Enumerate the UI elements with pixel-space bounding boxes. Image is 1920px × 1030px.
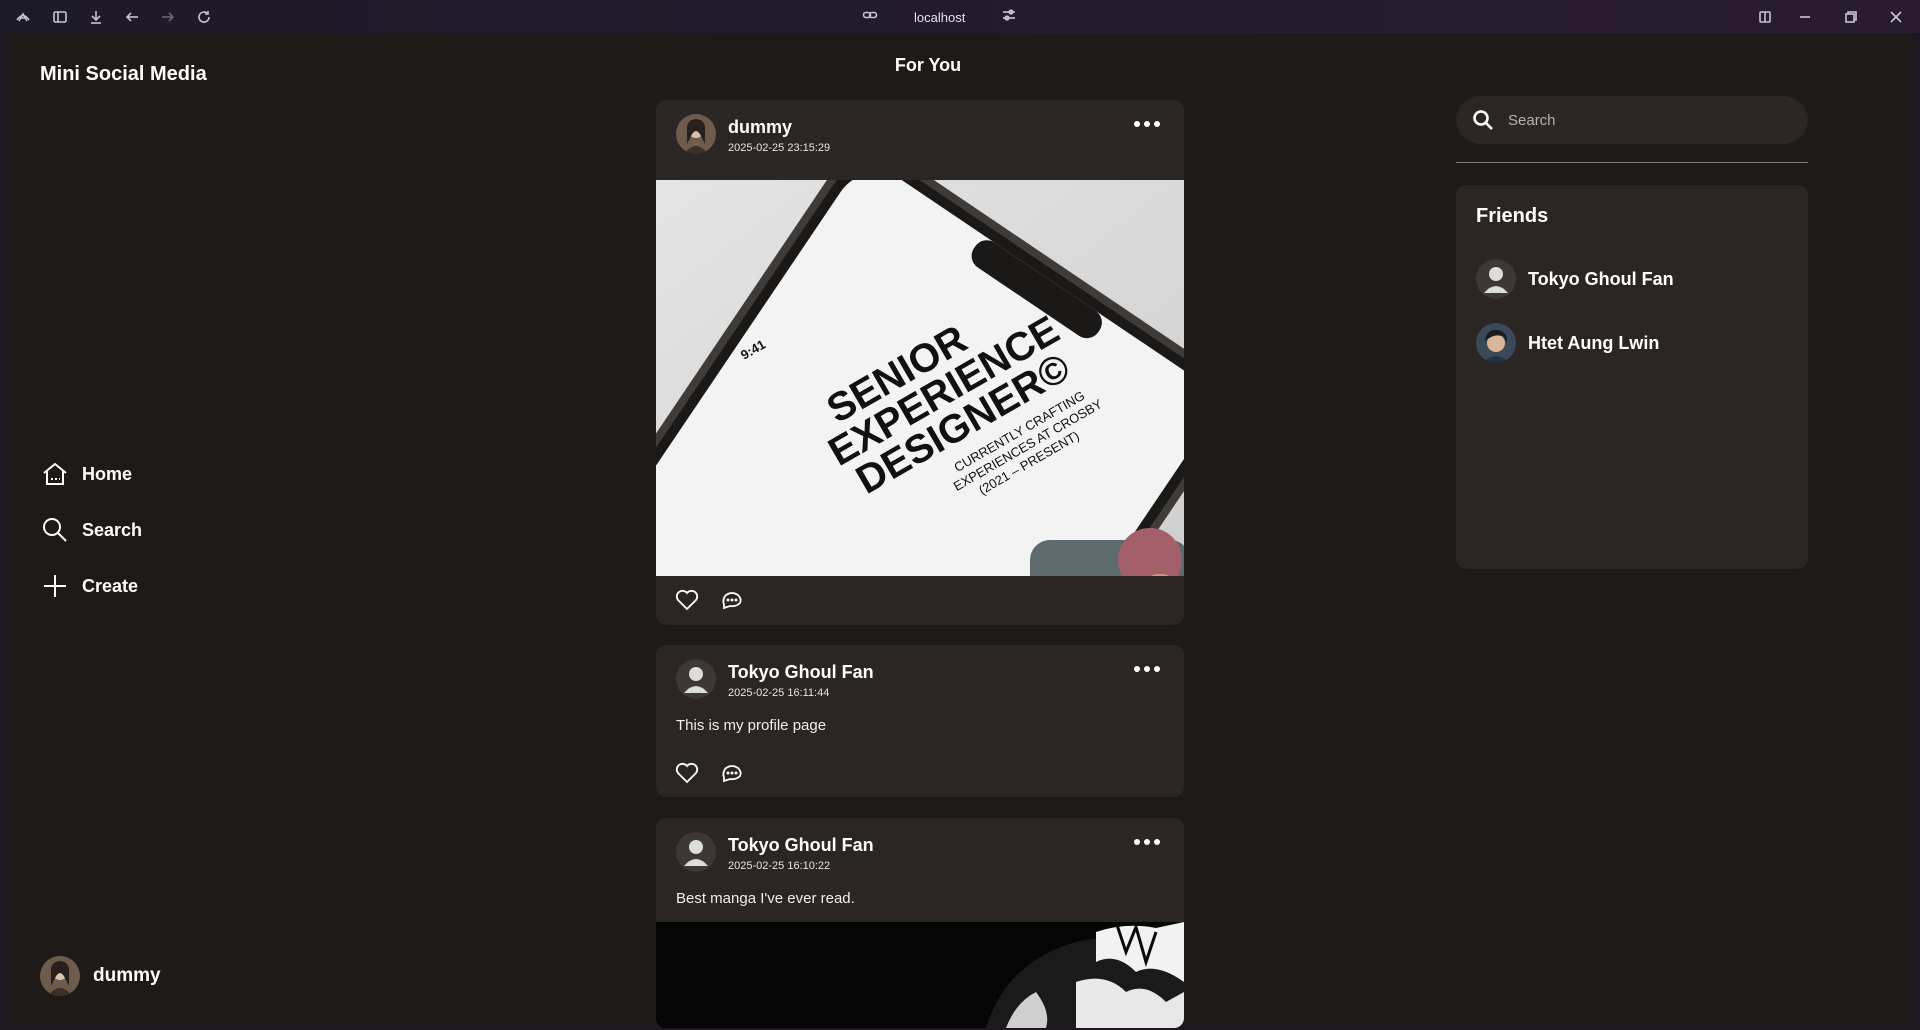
forward-icon[interactable] — [158, 7, 178, 27]
post-card: dummy 2025-02-25 23:15:29 SENIOR EXPERIE… — [656, 100, 1184, 625]
home-icon — [43, 462, 67, 485]
comment-icon — [722, 765, 742, 783]
link-icon — [862, 7, 878, 28]
split-view-icon[interactable] — [1755, 7, 1775, 27]
restore-icon[interactable] — [1841, 7, 1861, 27]
post-header: Tokyo Ghoul Fan 2025-02-25 16:10:22 — [656, 818, 1184, 890]
sidebar-item-label: Home — [82, 463, 133, 484]
url-text[interactable]: localhost — [914, 10, 965, 25]
comment-button[interactable] — [719, 587, 745, 613]
sidebar-item-create[interactable]: Create — [40, 558, 142, 614]
friends-title: Friends — [1476, 205, 1549, 227]
post-author[interactable]: Tokyo Ghoul Fan — [728, 662, 874, 683]
sidebar-item-label: Create — [82, 575, 139, 596]
like-button[interactable] — [674, 587, 700, 613]
sidebar-item-search[interactable]: Search — [40, 502, 142, 558]
more-options-icon[interactable] — [1134, 832, 1160, 852]
browser-logo-icon[interactable] — [13, 7, 33, 27]
more-options-icon[interactable] — [1134, 114, 1160, 134]
post-timestamp: 2025-02-25 16:11:44 — [728, 687, 830, 699]
post-image[interactable] — [656, 922, 1184, 1028]
address-bar[interactable]: localhost — [862, 6, 1017, 28]
post-author[interactable]: Tokyo Ghoul Fan — [728, 835, 874, 856]
post-text: This is my profile page — [676, 717, 827, 734]
search-icon — [1473, 110, 1493, 130]
current-user-name: dummy — [93, 965, 161, 986]
sidebar-item-label: Search — [82, 519, 143, 540]
app-brand[interactable]: Mini Social Media — [40, 63, 207, 86]
current-user-profile[interactable]: dummy — [40, 956, 161, 996]
comment-button[interactable] — [719, 760, 745, 786]
avatar[interactable] — [676, 659, 716, 699]
avatar[interactable] — [676, 832, 716, 872]
back-icon[interactable] — [122, 7, 142, 27]
friend-name: Htet Aung Lwin — [1528, 332, 1660, 353]
post-author[interactable]: dummy — [728, 117, 792, 138]
close-icon[interactable] — [1886, 7, 1906, 27]
sidebar-toggle-icon[interactable] — [50, 7, 70, 27]
friend-name: Tokyo Ghoul Fan — [1528, 268, 1674, 289]
avatar — [1476, 323, 1516, 363]
post-actions — [656, 749, 1184, 797]
post-timestamp: 2025-02-25 23:15:29 — [728, 142, 831, 154]
avatar[interactable] — [676, 114, 716, 154]
heart-icon — [675, 762, 699, 784]
feed-title: For You — [894, 55, 962, 75]
minimize-icon[interactable] — [1795, 7, 1815, 27]
download-icon[interactable] — [86, 7, 106, 27]
friends-panel: Friends Tokyo Ghoul Fan Htet Aung Lwin — [1456, 185, 1808, 569]
heart-icon — [675, 589, 699, 611]
post-timestamp: 2025-02-25 16:10:22 — [728, 860, 831, 872]
avatar — [40, 956, 80, 996]
site-settings-icon[interactable] — [1001, 7, 1017, 28]
search-input[interactable] — [1508, 111, 1768, 129]
post-header: dummy 2025-02-25 23:15:29 — [656, 100, 1184, 180]
like-button[interactable] — [674, 760, 700, 786]
reload-icon[interactable] — [194, 7, 214, 27]
avatar — [1476, 259, 1516, 299]
search-bar[interactable] — [1456, 96, 1808, 144]
search-icon — [43, 518, 67, 542]
manga-image — [656, 922, 1184, 1028]
post-actions — [656, 576, 1184, 624]
browser-toolbar: localhost — [0, 0, 1920, 33]
friend-item[interactable]: Tokyo Ghoul Fan — [1476, 259, 1674, 299]
comment-icon — [722, 592, 742, 610]
more-options-icon[interactable] — [1134, 659, 1160, 679]
post-card: Tokyo Ghoul Fan 2025-02-25 16:11:44 This… — [656, 645, 1184, 797]
sidebar-item-home[interactable]: Home — [40, 446, 142, 502]
app-window: Mini Social Media Home Search Create dum… — [8, 33, 1912, 1028]
post-header: Tokyo Ghoul Fan 2025-02-25 16:11:44 — [656, 645, 1184, 717]
phone-mockup-image: SENIOR EXPERIENCE DESIGNER© CURRENTLY CR… — [656, 180, 1184, 576]
friend-item[interactable]: Htet Aung Lwin — [1476, 323, 1659, 363]
plus-icon — [44, 575, 66, 597]
post-image[interactable]: SENIOR EXPERIENCE DESIGNER© CURRENTLY CR… — [656, 180, 1184, 576]
post-card: Tokyo Ghoul Fan 2025-02-25 16:10:22 Best… — [656, 818, 1184, 1028]
divider — [1456, 162, 1808, 163]
sidebar-nav: Home Search Create — [40, 446, 142, 614]
post-text: Best manga I've ever read. — [676, 890, 855, 907]
